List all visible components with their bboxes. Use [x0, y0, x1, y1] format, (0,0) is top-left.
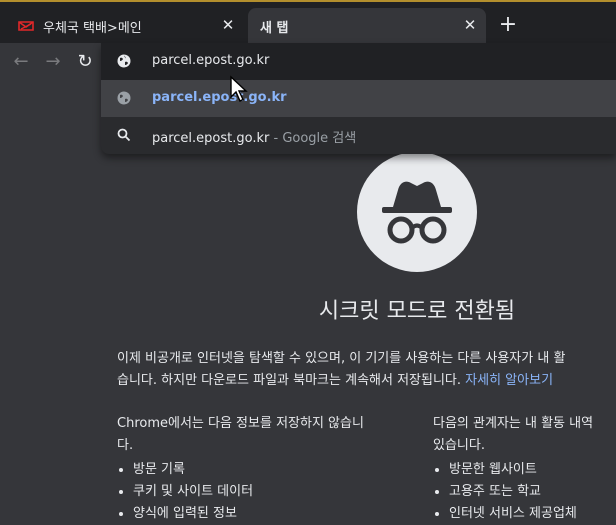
- not-saved-title-line-2: 다.: [117, 438, 134, 453]
- list-item: 방문 기록: [133, 459, 402, 481]
- tab-close-icon[interactable]: ✕: [218, 15, 238, 35]
- tab-new-tab[interactable]: 새 탭 ✕: [248, 8, 486, 43]
- tab-title: 새 탭: [260, 21, 289, 36]
- description-line-1: 이제 비공개로 인터넷을 탐색할 수 있으며, 이 기기를 사용하는 다른 사용…: [117, 351, 566, 366]
- list-item: 양식에 입력된 정보: [133, 503, 402, 525]
- mouse-cursor-icon: [230, 75, 248, 102]
- incognito-description: 이제 비공개로 인터넷을 탐색할 수 있으며, 이 기기를 사용하는 다른 사용…: [117, 348, 565, 392]
- visible-to-title-line-1: 다음의 관계자는 내 활동 내역: [433, 416, 594, 431]
- not-saved-list: 방문 기록 쿠키 및 사이트 데이터 양식에 입력된 정보: [117, 459, 402, 525]
- suggestion-url-text: parcel.epost.go.kr: [152, 90, 287, 105]
- incognito-spy-icon: [382, 181, 452, 244]
- reload-button[interactable]: ↻: [73, 51, 97, 73]
- address-input[interactable]: parcel.epost.go.kr: [152, 53, 269, 68]
- list-item: 쿠키 및 사이트 데이터: [133, 481, 402, 503]
- tab-title: 우체국 택배>메인: [43, 21, 142, 36]
- omnibox-dropdown: parcel.epost.go.kr parcel.epost.go.kr pa…: [101, 43, 616, 154]
- suggestion-search-text: parcel.epost.go.kr - Google 검색: [152, 127, 356, 146]
- incognito-heading: 시크릿 모드로 전환됨: [318, 299, 516, 324]
- address-bar[interactable]: parcel.epost.go.kr: [101, 43, 616, 80]
- description-line-2: 습니다. 하지만 다운로드 파일과 북마크는 계속해서 저장됩니다.: [117, 373, 462, 388]
- tab-close-icon[interactable]: ✕: [460, 15, 480, 35]
- epost-favicon-icon: [18, 18, 34, 34]
- list-item: 방문한 웹사이트: [449, 459, 616, 481]
- incognito-icon: [357, 152, 477, 272]
- visible-to-list: 방문한 웹사이트 고용주 또는 학교 인터넷 서비스 제공업체: [433, 459, 616, 525]
- window-top-border: [0, 0, 616, 2]
- visible-to-title-line-2: 있습니다.: [433, 438, 485, 453]
- globe-icon: [117, 54, 131, 68]
- not-saved-column: Chrome에서는 다음 정보를 저장하지 않습니 다. 방문 기록 쿠키 및 …: [117, 413, 402, 525]
- new-tab-button[interactable]: +: [496, 14, 520, 38]
- learn-more-link[interactable]: 자세히 알아보기: [465, 373, 553, 388]
- tab-epost[interactable]: 우체국 택배>메인 ✕: [6, 8, 244, 43]
- suggestion-separator: -: [269, 131, 283, 146]
- suggestion-query: parcel.epost.go.kr: [152, 131, 270, 146]
- tab-strip: 우체국 택배>메인 ✕ 새 탭 ✕ +: [0, 0, 616, 43]
- suggestion-engine: Google 검색: [282, 131, 357, 146]
- suggestion-url[interactable]: parcel.epost.go.kr: [101, 80, 616, 117]
- list-item: 고용주 또는 학교: [449, 481, 616, 503]
- search-icon: [117, 128, 131, 142]
- globe-icon: [117, 91, 131, 105]
- back-button[interactable]: ←: [9, 51, 33, 73]
- list-item: 인터넷 서비스 제공업체: [449, 503, 616, 525]
- suggestion-search[interactable]: parcel.epost.go.kr - Google 검색: [101, 117, 616, 154]
- not-saved-title-line-1: Chrome에서는 다음 정보를 저장하지 않습니: [117, 416, 364, 431]
- forward-button[interactable]: →: [41, 51, 65, 73]
- visible-to-column: 다음의 관계자는 내 활동 내역 있습니다. 방문한 웹사이트 고용주 또는 학…: [433, 413, 616, 525]
